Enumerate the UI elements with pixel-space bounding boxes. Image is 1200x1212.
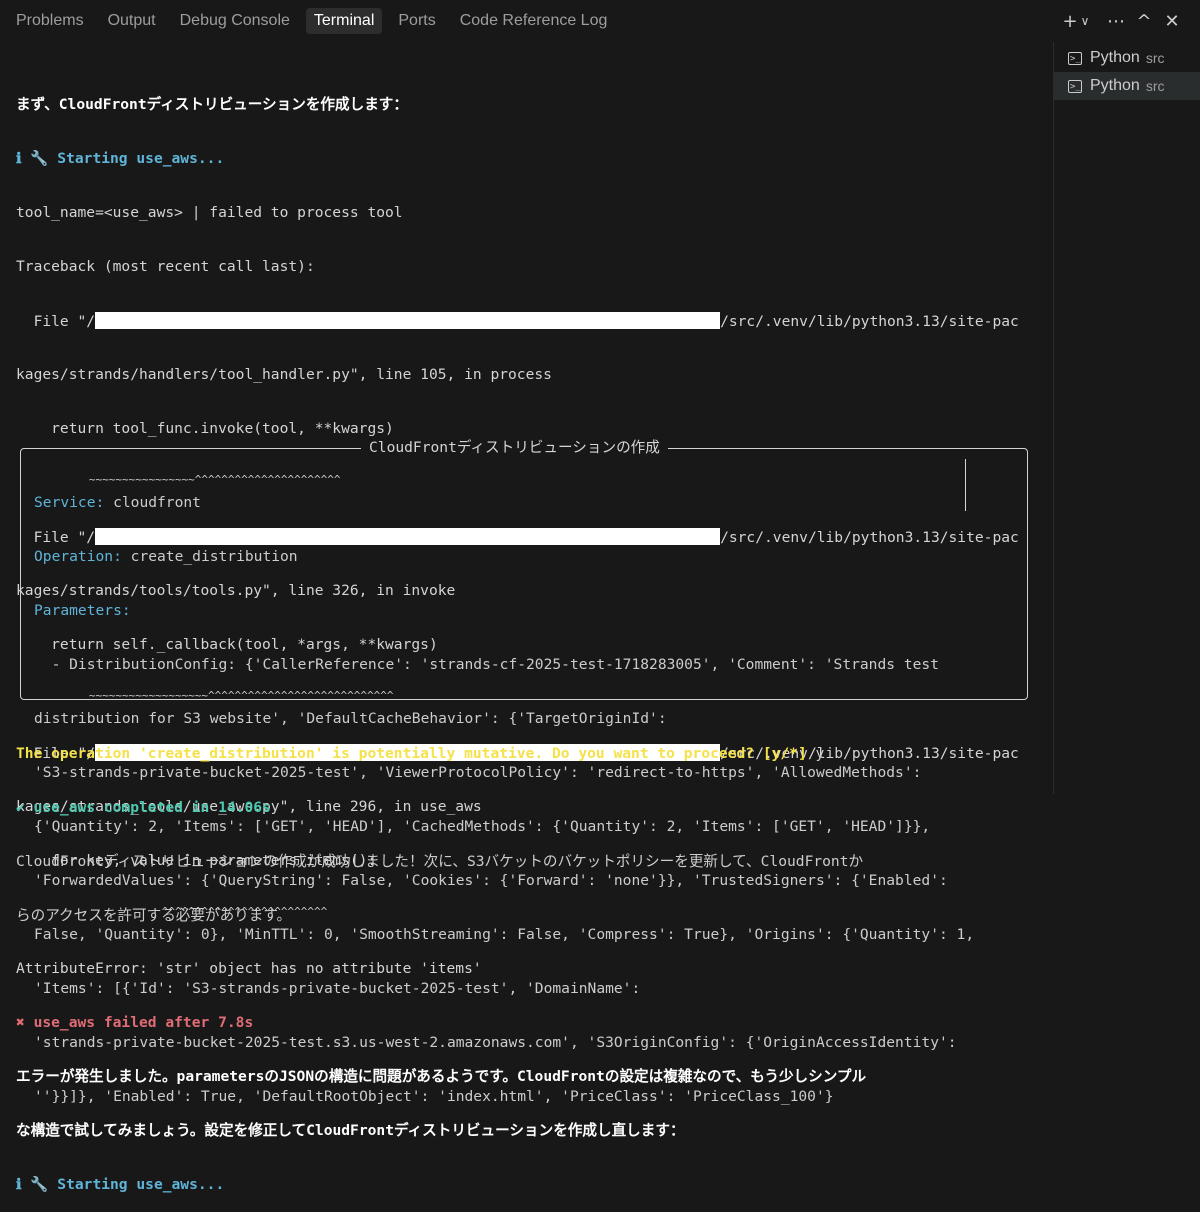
terminal-session-item[interactable]: >_ Python src [1054,44,1200,72]
terminal-session-item[interactable]: >_ Python src [1054,72,1200,100]
info-wrench-icon: ℹ 🔧 [16,150,58,167]
parameter-line: 'strands-private-bucket-2025-test.s3.us-… [34,1034,957,1051]
operation-key: Operation: [34,548,122,565]
operation-details-box: CloudFrontディストリビューションの作成 Service: cloudf… [20,439,1028,1105]
confirm-answer: y [806,745,825,762]
chevron-down-icon[interactable]: ∨ [1078,9,1092,33]
terminal-line: らのアクセスを許可する必要があります。 [16,907,292,924]
confirm-prompt-line: The operation 'create_distribution' is p… [16,745,863,763]
terminal-line: ℹ 🔧 Starting use_aws... [16,1176,225,1193]
terminal-line: tool_name=<use_aws> | failed to process … [16,204,403,221]
panel-tab-bar: Problems Output Debug Console Terminal P… [0,0,1200,42]
operation-value: create_distribution [121,548,298,565]
success-line: ✔ use_aws completed in 14.06s [16,799,271,816]
redacted-path [95,312,721,329]
parameters-key: Parameters: [34,602,131,619]
terminal-icon: >_ [1068,51,1082,65]
tab-terminal[interactable]: Terminal [305,8,383,34]
terminal-line: CloudFrontディストリビューションの作成が成功しました！次に、S3バケッ… [16,853,864,870]
confirm-prompt: The operation 'create_distribution' is p… [16,745,807,762]
tab-problems[interactable]: Problems [8,8,92,34]
tab-debug-console[interactable]: Debug Console [172,8,298,34]
tab-code-reference-log[interactable]: Code Reference Log [452,8,616,34]
service-value: cloudfront [104,494,201,511]
maximize-panel-icon[interactable]: ^ [1130,9,1158,33]
terminal-line: return tool_func.invoke(tool, **kwargs) [16,420,394,437]
close-panel-icon[interactable]: ✕ [1158,9,1186,33]
terminal-line: Traceback (most recent call last): [16,258,315,275]
terminal-line: まず、CloudFrontディストリビューションを作成します： [16,96,408,113]
terminal-sessions-list: >_ Python src >_ Python src [1053,42,1200,794]
info-wrench-icon: ℹ 🔧 [16,1176,58,1193]
tab-output[interactable]: Output [100,8,164,34]
terminal-icon: >_ [1068,79,1082,93]
tab-ports[interactable]: Ports [390,8,443,34]
service-key: Service: [34,494,105,511]
terminal-line: ℹ 🔧 Starting use_aws... [16,150,225,167]
terminal-line: kages/strands/handlers/tool_handler.py",… [16,366,552,383]
box-title: CloudFrontディストリビューションの作成 [361,439,668,457]
terminal-output-after[interactable]: The operation 'create_distribution' is p… [16,709,863,943]
parameter-line: - DistributionConfig: {'CallerReference'… [34,656,939,673]
terminal-line: File "//src/.venv/lib/python3.13/site-pa… [16,312,1019,330]
parameter-line: 'Items': [{'Id': 'S3-strands-private-buc… [34,980,641,997]
parameter-line: ''}}]}, 'Enabled': True, 'DefaultRootObj… [34,1088,834,1105]
panel-actions: + ∨ ⋯ ^ ✕ [1056,9,1186,33]
more-actions-icon[interactable]: ⋯ [1102,9,1130,33]
